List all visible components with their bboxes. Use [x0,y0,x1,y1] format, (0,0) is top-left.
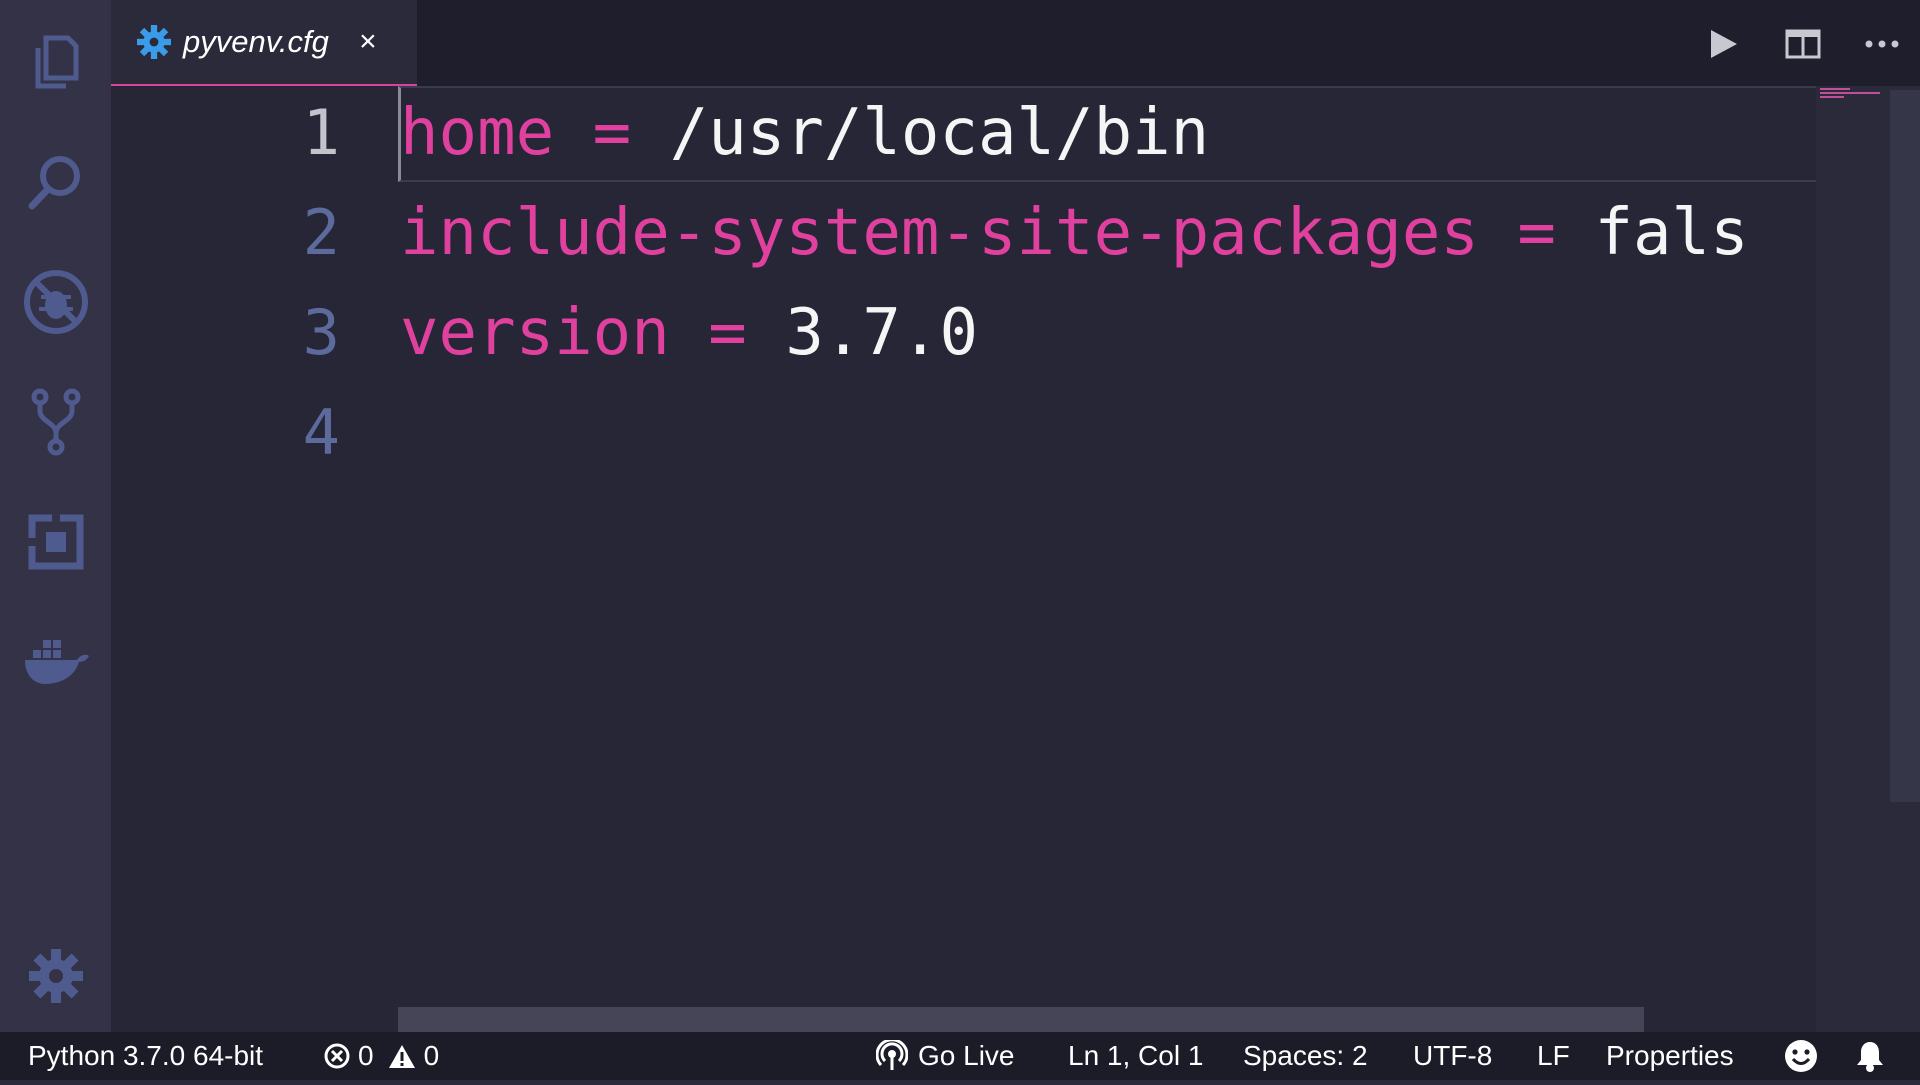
editor-tab[interactable]: pyvenv.cfg × [111,0,417,86]
config-value: fals [1594,196,1749,270]
config-key: version [400,296,670,370]
line-number: 2 [302,196,340,269]
minimap-line [1820,96,1844,98]
line-number: 1 [302,96,340,169]
minimap-line [1820,92,1880,94]
code-line[interactable]: version = 3.7.0 [400,296,978,370]
config-value: /usr/local/bin [669,96,1210,170]
tab-filename: pyvenv.cfg [183,24,329,59]
config-value: 3.7.0 [785,296,978,370]
debug-icon[interactable] [0,254,111,350]
close-tab-icon[interactable]: × [353,25,383,59]
extensions-icon[interactable] [0,494,111,590]
code-line[interactable]: home = /usr/local/bin [400,96,1209,170]
assign-operator: = [1478,196,1595,270]
docker-icon[interactable] [0,614,111,710]
vertical-scroll-thumb[interactable] [1890,90,1920,802]
settings-file-icon [137,25,171,59]
go-live-button[interactable]: Go Live [876,1032,1015,1080]
problems-indicator[interactable]: 0 0 [324,1032,439,1080]
status-bar: Python 3.7.0 64-bit 0 0 Go Live Ln 1, Co… [0,1032,1920,1080]
error-icon [324,1043,350,1069]
code-line[interactable]: include-system-site-packages = fals [400,196,1749,270]
explorer-icon[interactable] [0,14,111,110]
go-live-label: Go Live [918,1040,1015,1071]
warning-count: 0 [423,1040,440,1071]
minimap[interactable] [1816,86,1888,1032]
split-editor-icon[interactable] [1781,22,1825,66]
warning-icon [388,1045,415,1068]
broadcast-icon [876,1040,908,1070]
assign-operator: = [554,96,670,170]
line-number: 3 [302,296,340,369]
config-key: home [400,96,555,170]
run-icon[interactable] [1702,22,1746,66]
notifications-bell-icon[interactable] [1855,1032,1885,1080]
error-count: 0 [358,1040,374,1071]
activity-bar [0,0,112,1032]
search-icon[interactable] [0,134,111,230]
line-number: 4 [302,396,340,469]
indentation[interactable]: Spaces: 2 [1243,1032,1368,1080]
config-key: include-system-site-packages [400,196,1479,270]
language-mode[interactable]: Properties [1606,1032,1734,1080]
assign-operator: = [669,296,786,370]
feedback-smiley-icon[interactable] [1784,1032,1818,1080]
end-of-line[interactable]: LF [1537,1032,1570,1080]
encoding[interactable]: UTF-8 [1413,1032,1492,1080]
minimap-line [1820,88,1850,90]
tab-bar: pyvenv.cfg × [111,0,1920,86]
cursor-position[interactable]: Ln 1, Col 1 [1068,1032,1203,1080]
more-actions-icon[interactable] [1860,22,1904,66]
source-control-icon[interactable] [0,374,111,470]
python-interpreter[interactable]: Python 3.7.0 64-bit [28,1032,263,1080]
gear-icon[interactable] [0,928,111,1024]
